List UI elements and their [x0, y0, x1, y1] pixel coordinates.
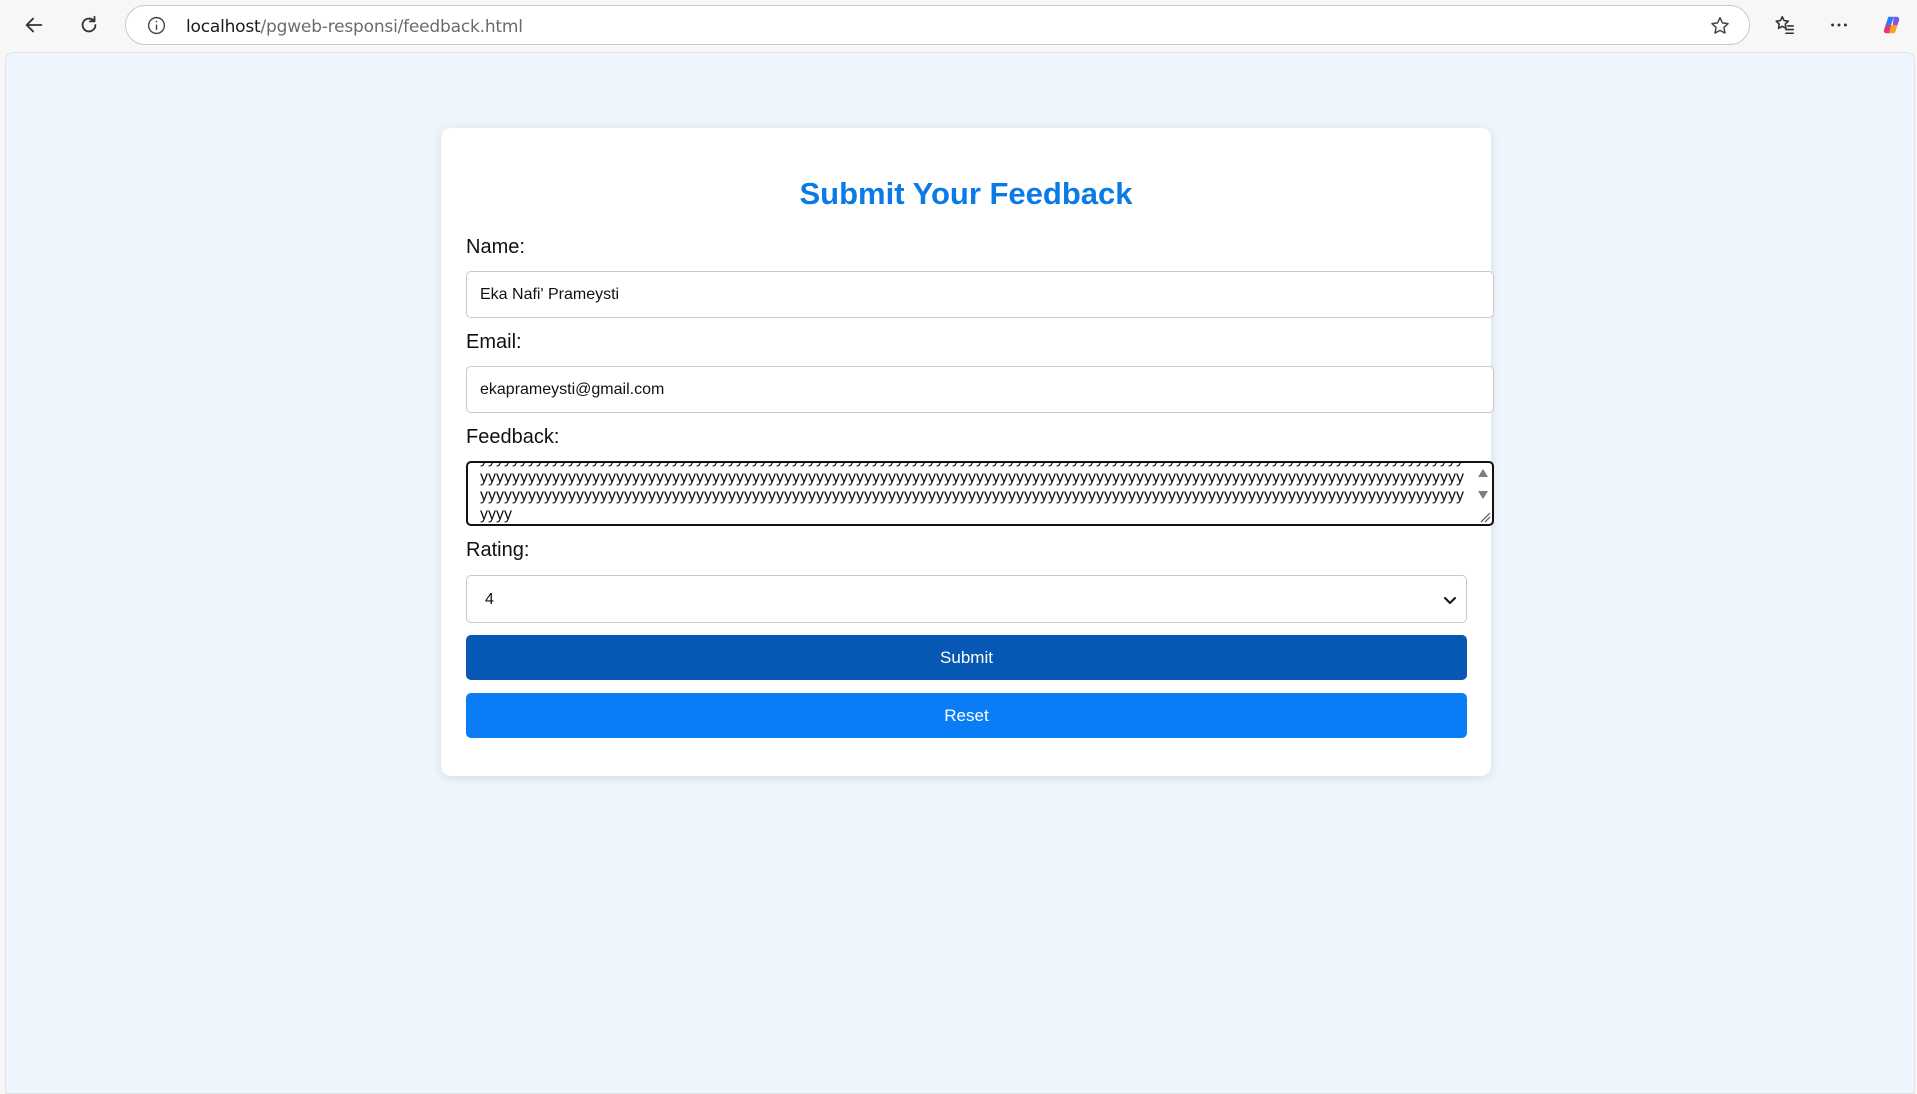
url-path: /pgweb-responsi/feedback.html — [260, 17, 523, 37]
rating-select[interactable]: 4 — [466, 575, 1467, 623]
refresh-icon — [81, 15, 97, 33]
chevron-down-icon — [1444, 597, 1456, 604]
scroll-up-arrow-icon[interactable] — [1478, 469, 1488, 477]
feedback-text: yyyyyyyyyyyyyyyyyyyyyyyyyyyyyyyyyyyyyyyy… — [480, 463, 1464, 523]
copilot-icon — [1883, 16, 1900, 34]
url-text[interactable]: localhost/pgweb-responsi/feedback.html — [186, 17, 523, 37]
rating-label: Rating: — [466, 539, 530, 561]
site-info-icon[interactable] — [146, 15, 167, 36]
url-host: localhost — [186, 17, 261, 37]
back-arrow-icon — [25, 17, 43, 33]
favorites-list-icon — [1775, 15, 1795, 35]
back-button[interactable] — [17, 8, 51, 42]
copilot-button[interactable] — [1875, 8, 1909, 42]
feedback-textarea[interactable]: yyyyyyyyyyyyyyyyyyyyyyyyyyyyyyyyyyyyyyyy… — [466, 461, 1494, 526]
scroll-down-arrow-icon[interactable] — [1478, 491, 1488, 499]
resize-grip-icon[interactable] — [1479, 511, 1491, 523]
address-bar[interactable]: localhost/pgweb-responsi/feedback.html — [125, 5, 1750, 45]
reset-button[interactable]: Reset — [466, 693, 1467, 738]
page-viewport: Submit Your Feedback Name: Email: Feedba… — [5, 52, 1915, 1094]
feedback-label: Feedback: — [466, 426, 560, 448]
rating-selected-value: 4 — [485, 591, 494, 608]
favorites-button[interactable] — [1768, 8, 1802, 42]
submit-button[interactable]: Submit — [466, 635, 1467, 680]
name-input[interactable] — [466, 271, 1494, 318]
favorite-star-icon[interactable] — [1709, 15, 1731, 37]
refresh-button[interactable] — [72, 8, 106, 42]
more-menu-button[interactable] — [1822, 8, 1856, 42]
name-label: Name: — [466, 236, 525, 258]
browser-toolbar: localhost/pgweb-responsi/feedback.html — [0, 0, 1917, 50]
more-dots-icon — [1831, 23, 1847, 27]
email-label: Email: — [466, 331, 522, 353]
feedback-form-card: Submit Your Feedback Name: Email: Feedba… — [441, 128, 1494, 776]
form-title: Submit Your Feedback — [799, 176, 1133, 211]
email-input[interactable] — [466, 366, 1494, 413]
